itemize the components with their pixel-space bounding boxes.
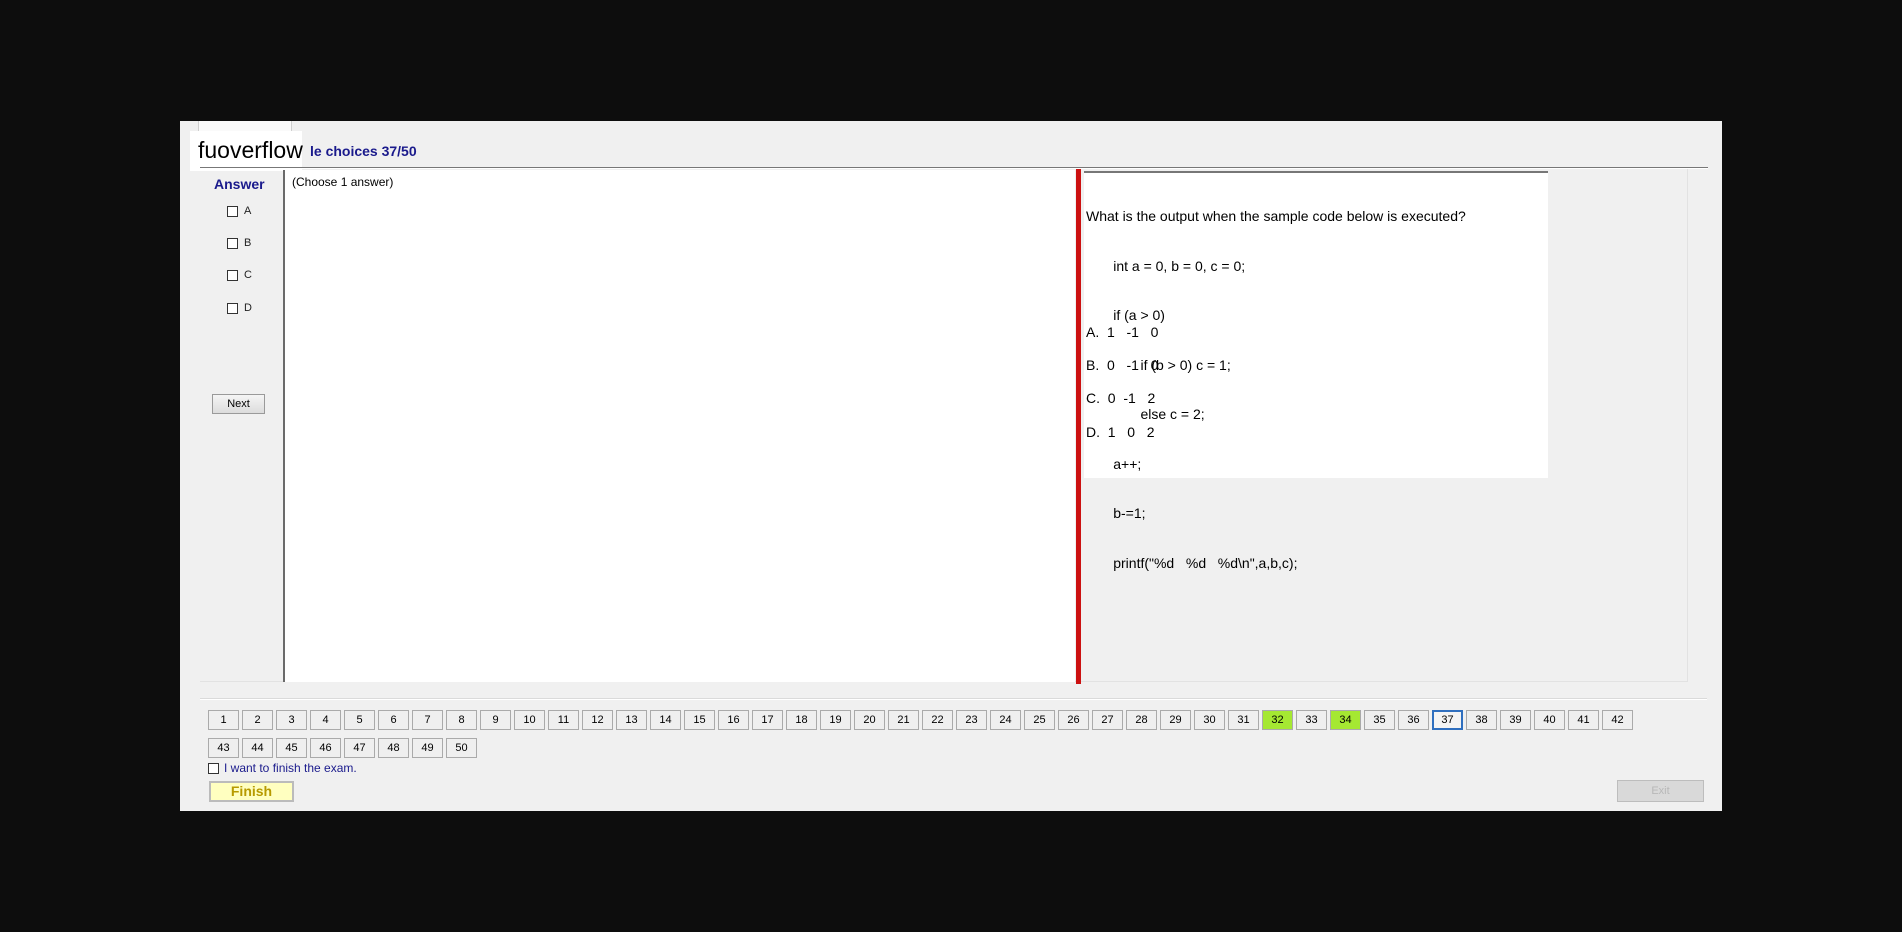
answer-heading: Answer (214, 176, 265, 192)
question-nav-button-8[interactable]: 8 (446, 710, 477, 730)
question-nav-button-11[interactable]: 11 (548, 710, 579, 730)
question-nav-button-12[interactable]: 12 (582, 710, 613, 730)
question-nav-button-3[interactable]: 3 (276, 710, 307, 730)
question-nav-button-22[interactable]: 22 (922, 710, 953, 730)
next-button[interactable]: Next (212, 394, 265, 414)
question-nav-button-1[interactable]: 1 (208, 710, 239, 730)
question-line: What is the output when the sample code … (1086, 208, 1466, 224)
question-nav-button-26[interactable]: 26 (1058, 710, 1089, 730)
question-nav-button-37[interactable]: 37 (1432, 710, 1463, 730)
question-nav-button-50[interactable]: 50 (446, 738, 477, 758)
question-line: b-=1; (1086, 505, 1146, 521)
question-nav-button-30[interactable]: 30 (1194, 710, 1225, 730)
question-nav-button-28[interactable]: 28 (1126, 710, 1157, 730)
question-panel: What is the output when the sample code … (1084, 171, 1548, 571)
question-option-d: D. 1 0 2 (1086, 424, 1155, 440)
finish-confirm[interactable]: I want to finish the exam. (208, 761, 357, 775)
question-nav-button-29[interactable]: 29 (1160, 710, 1191, 730)
exam-window: fuoverflow le choices 37/50 Answer A B C… (180, 121, 1722, 811)
question-nav-button-33[interactable]: 33 (1296, 710, 1327, 730)
question-nav-button-23[interactable]: 23 (956, 710, 987, 730)
question-nav-button-39[interactable]: 39 (1500, 710, 1531, 730)
question-nav-button-20[interactable]: 20 (854, 710, 885, 730)
question-line: if (a > 0) (1086, 307, 1165, 323)
question-nav-button-21[interactable]: 21 (888, 710, 919, 730)
question-nav-button-45[interactable]: 45 (276, 738, 307, 758)
question-nav-button-4[interactable]: 4 (310, 710, 341, 730)
finish-button[interactable]: Finish (209, 781, 294, 802)
question-line: printf("%d %d %d\n",a,b,c); (1086, 554, 1298, 571)
question-nav-button-35[interactable]: 35 (1364, 710, 1395, 730)
question-nav-button-18[interactable]: 18 (786, 710, 817, 730)
question-nav-button-38[interactable]: 38 (1466, 710, 1497, 730)
option-b-checkbox[interactable] (227, 237, 238, 249)
option-a-checkbox[interactable] (227, 205, 238, 217)
question-nav-button-10[interactable]: 10 (514, 710, 545, 730)
question-nav-button-25[interactable]: 25 (1024, 710, 1055, 730)
question-line: else c = 2; (1086, 406, 1205, 422)
question-option-b: B. 0 -1 0 (1086, 357, 1159, 373)
option-d-checkbox[interactable] (227, 302, 238, 314)
question-nav-button-44[interactable]: 44 (242, 738, 273, 758)
bottom-divider-highlight (200, 699, 1707, 700)
question-nav-button-15[interactable]: 15 (684, 710, 715, 730)
option-a-label: A (244, 205, 252, 217)
question-nav-button-49[interactable]: 49 (412, 738, 443, 758)
question-option-a: A. 1 -1 0 (1086, 324, 1159, 340)
option-d-label: D (244, 302, 252, 314)
question-nav-button-47[interactable]: 47 (344, 738, 375, 758)
question-option-c: C. 0 -1 2 (1086, 390, 1156, 406)
question-nav-button-9[interactable]: 9 (480, 710, 511, 730)
section-title: le choices 37/50 (310, 143, 417, 159)
question-nav-button-31[interactable]: 31 (1228, 710, 1259, 730)
exit-button: Exit (1617, 780, 1704, 802)
panel-splitter[interactable] (1076, 169, 1081, 684)
option-a[interactable]: A (227, 203, 251, 219)
watermark-logo: fuoverflow (190, 131, 303, 171)
question-nav-button-32[interactable]: 32 (1262, 710, 1293, 730)
option-c-checkbox[interactable] (227, 269, 238, 281)
question-nav-button-43[interactable]: 43 (208, 738, 239, 758)
question-nav-button-40[interactable]: 40 (1534, 710, 1565, 730)
question-nav-button-2[interactable]: 2 (242, 710, 273, 730)
question-nav-button-5[interactable]: 5 (344, 710, 375, 730)
question-nav-button-19[interactable]: 19 (820, 710, 851, 730)
question-nav-button-34[interactable]: 34 (1330, 710, 1361, 730)
answer-panel[interactable]: (Choose 1 answer) (283, 170, 1075, 682)
question-nav-button-6[interactable]: 6 (378, 710, 409, 730)
question-nav-button-41[interactable]: 41 (1568, 710, 1599, 730)
question-nav-button-46[interactable]: 46 (310, 738, 341, 758)
question-line: a++; (1086, 455, 1142, 472)
finish-confirm-label: I want to finish the exam. (224, 761, 357, 775)
option-c-label: C (244, 269, 252, 281)
question-nav-button-24[interactable]: 24 (990, 710, 1021, 730)
question-nav-button-7[interactable]: 7 (412, 710, 443, 730)
question-nav-button-14[interactable]: 14 (650, 710, 681, 730)
option-c[interactable]: C (227, 267, 252, 283)
question-nav-button-17[interactable]: 17 (752, 710, 783, 730)
question-nav-button-13[interactable]: 13 (616, 710, 647, 730)
option-b[interactable]: B (227, 235, 251, 251)
question-nav-button-16[interactable]: 16 (718, 710, 749, 730)
question-nav-button-36[interactable]: 36 (1398, 710, 1429, 730)
choose-hint: (Choose 1 answer) (292, 175, 394, 189)
question-line: int a = 0, b = 0, c = 0; (1086, 257, 1246, 274)
option-b-label: B (244, 237, 252, 249)
option-d[interactable]: D (227, 300, 252, 316)
finish-confirm-checkbox[interactable] (208, 762, 219, 774)
question-nav-button-27[interactable]: 27 (1092, 710, 1123, 730)
question-nav-button-48[interactable]: 48 (378, 738, 409, 758)
question-nav-button-42[interactable]: 42 (1602, 710, 1633, 730)
